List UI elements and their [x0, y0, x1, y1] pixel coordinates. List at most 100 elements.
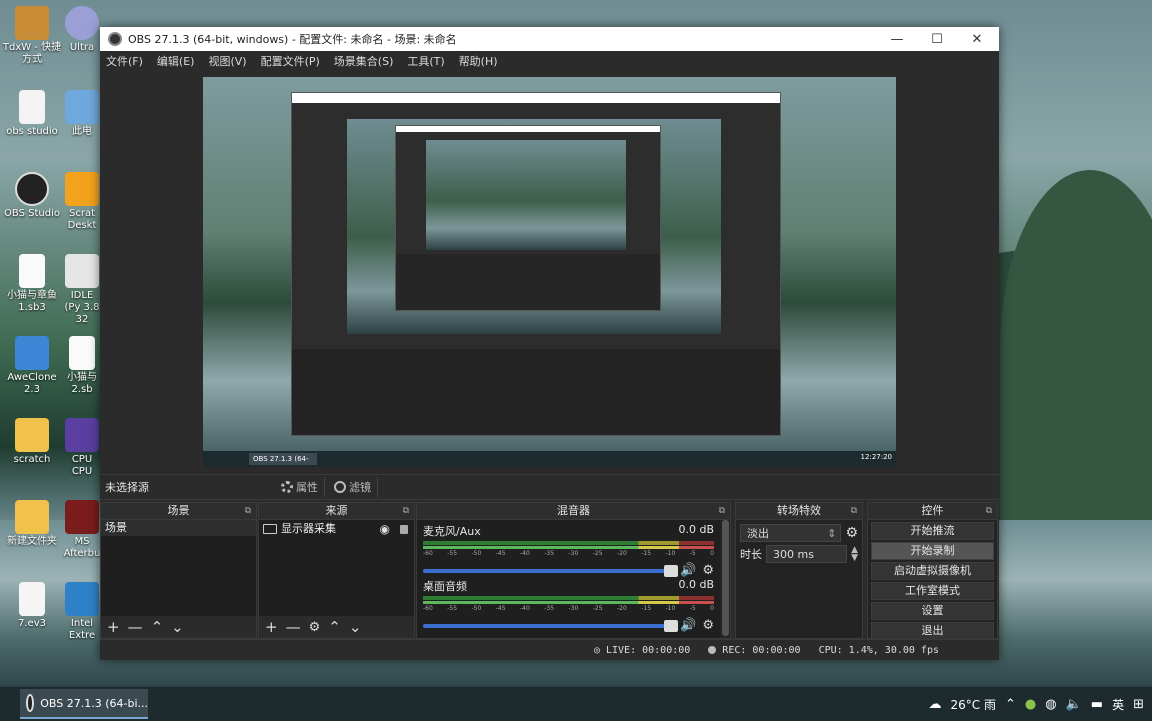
nested-titlebar-2: [396, 126, 660, 132]
obs-window: OBS 27.1.3 (64-bit, windows) - 配置文件: 未命名…: [100, 27, 999, 660]
keyboard-icon[interactable]: ▬: [1091, 697, 1103, 712]
undock-icon[interactable]: ⧉: [245, 503, 251, 519]
desktop-icon-sb3-1[interactable]: 小猫与章鱼 1.sb3: [2, 254, 62, 314]
filters-button[interactable]: 滤镜: [328, 477, 378, 497]
desktop-icon-scratch-desktop[interactable]: Scrat Deskt: [62, 172, 102, 232]
properties-button[interactable]: 属性: [275, 477, 325, 497]
duration-input[interactable]: 300 ms: [766, 545, 848, 563]
speaker-icon[interactable]: 🔊: [680, 618, 696, 633]
start-virtual-camera-button[interactable]: 启动虚拟摄像机: [871, 562, 994, 580]
mixer-header: 混音器 ⧉: [417, 503, 730, 520]
desktop-icon-new-folder[interactable]: 新建文件夹: [2, 500, 62, 548]
taskbar-obs-app[interactable]: OBS 27.1.3 (64-bi...: [20, 689, 148, 719]
move-down-icon[interactable]: ⌄: [349, 619, 362, 635]
transition-select[interactable]: 淡出 ⇕: [740, 524, 842, 542]
network-icon[interactable]: ◍: [1045, 697, 1056, 712]
gear-icon[interactable]: ⚙: [845, 525, 858, 541]
menu-file[interactable]: 文件(F): [106, 53, 143, 69]
source-toolbar: 未选择源 属性 滤镜: [100, 474, 999, 500]
exit-button[interactable]: 退出: [871, 622, 994, 640]
settings-button[interactable]: 设置: [871, 602, 994, 620]
desktop-icon-aweclone[interactable]: AweClone 2.3: [2, 336, 62, 396]
volume-slider[interactable]: [423, 564, 679, 577]
status-bar: ◎ LIVE: 00:00:00 REC: 00:00:00 CPU: 1.4%…: [100, 639, 999, 660]
close-button[interactable]: ✕: [957, 32, 997, 47]
add-icon[interactable]: +: [107, 619, 120, 635]
source-item[interactable]: 显示器采集 ◉: [259, 520, 414, 538]
lock-icon[interactable]: [400, 524, 408, 534]
desktop-icon-sb3-2[interactable]: 小猫与 2.sb: [62, 336, 102, 396]
computer-icon: [65, 90, 99, 124]
nested-obs-2: [395, 125, 661, 311]
ime-icon[interactable]: ⊞: [1133, 697, 1144, 712]
eye-icon[interactable]: ◉: [380, 520, 390, 538]
scenes-list: 场景: [101, 520, 256, 616]
menu-view[interactable]: 视图(V): [208, 53, 246, 69]
menu-help[interactable]: 帮助(H): [459, 53, 498, 69]
tray-app-icon[interactable]: ●: [1025, 697, 1036, 712]
desktop-icons: TdxW - 快捷方式 Ultra obs studio 此电 OBS Stud…: [0, 0, 104, 686]
start-streaming-button[interactable]: 开始推流: [871, 522, 994, 540]
volume-meter: [423, 596, 714, 600]
desktop-icon-ultra[interactable]: Ultra: [62, 6, 102, 54]
gear-icon[interactable]: ⚙: [702, 618, 714, 633]
add-icon[interactable]: +: [265, 619, 278, 635]
preview-canvas[interactable]: OBS 27.1.3 (64-bit) 12:27:20: [203, 77, 896, 467]
mixer-body: 麦克风/Aux 0.0 dB -60 -55 -50 -45 -40 -35 -30 -25 -2…: [417, 520, 720, 638]
undock-icon[interactable]: ⧉: [851, 503, 857, 519]
desktop-icon-scratch-folder[interactable]: scratch: [2, 418, 62, 466]
desktop-icon-obs-folder[interactable]: obs studio: [2, 90, 62, 138]
desktop-icon-afterburner[interactable]: MS Afterbu: [62, 500, 102, 560]
desktop-icon-obs-studio[interactable]: OBS Studio: [2, 172, 62, 220]
menu-scene-collection[interactable]: 场景集合(S): [334, 53, 394, 69]
desktop-icon-cpuz[interactable]: CPU CPU: [62, 418, 102, 478]
transitions-dock: 转场特效 ⧉ 淡出 ⇕ ⚙ 时长 300 ms ▲ ▼: [735, 502, 863, 639]
minimize-button[interactable]: —: [877, 32, 917, 47]
remove-icon[interactable]: —: [128, 619, 143, 635]
obs-icon: [26, 694, 35, 712]
move-down-icon[interactable]: ⌄: [171, 619, 184, 635]
obs-icon: [15, 172, 49, 206]
desktop-icon-tdxw[interactable]: TdxW - 快捷方式: [2, 6, 62, 66]
weather-icon: ☁: [928, 696, 942, 712]
tdxw-icon: [15, 6, 49, 40]
desktop-icon-ev3[interactable]: 7.ev3: [2, 582, 62, 630]
volume-slider[interactable]: [423, 619, 679, 632]
chevron-up-icon[interactable]: ⌃: [1005, 697, 1016, 712]
window-title: OBS 27.1.3 (64-bit, windows) - 配置文件: 未命名…: [128, 33, 457, 46]
remove-icon[interactable]: —: [286, 619, 301, 635]
desktop-icon-intel-xtu[interactable]: Intel Extre: [62, 582, 102, 642]
undock-icon[interactable]: ⧉: [719, 503, 725, 519]
undock-icon[interactable]: ⧉: [403, 503, 409, 519]
stepper-icon[interactable]: ▲ ▼: [851, 546, 858, 563]
menu-profile[interactable]: 配置文件(P): [261, 53, 320, 69]
rec-status: REC: 00:00:00: [708, 645, 801, 656]
input-language[interactable]: 英: [1112, 696, 1124, 713]
mixer-scrollbar[interactable]: [722, 520, 729, 636]
record-icon: [708, 645, 717, 654]
aweclone-icon: [15, 336, 49, 370]
desktop-icon-idle[interactable]: IDLE (Py 3.8 32: [62, 254, 102, 326]
weather-text[interactable]: 26°C 雨: [951, 696, 996, 713]
track-db: 0.0 dB: [678, 578, 714, 591]
mixer-dock: 混音器 ⧉ 麦克风/Aux 0.0 dB -60 -55 -50 -45 -40 -35 -30…: [416, 502, 731, 639]
menu-tools[interactable]: 工具(T): [407, 53, 444, 69]
studio-mode-button[interactable]: 工作室模式: [871, 582, 994, 600]
scene-item[interactable]: 场景: [101, 520, 256, 536]
move-up-icon[interactable]: ⌃: [328, 619, 341, 635]
start-recording-button[interactable]: 开始录制: [871, 542, 994, 560]
preview-taskbar: OBS 27.1.3 (64-bit) 12:27:20: [203, 451, 896, 467]
maximize-button[interactable]: ☐: [917, 32, 957, 47]
gear-icon: [281, 481, 293, 493]
system-tray: ☁ 26°C 雨 ⌃ ● ◍ 🔈 ▬ 英 ⊞: [929, 687, 1144, 721]
menu-edit[interactable]: 编辑(E): [157, 53, 195, 69]
title-bar[interactable]: OBS 27.1.3 (64-bit, windows) - 配置文件: 未命名…: [100, 27, 999, 51]
controls-header: 控件 ⧉: [868, 503, 997, 520]
desktop-icon-this-pc[interactable]: 此电: [62, 90, 102, 138]
volume-icon[interactable]: 🔈: [1066, 697, 1082, 712]
gear-icon[interactable]: ⚙: [309, 620, 321, 635]
move-up-icon[interactable]: ⌃: [151, 619, 164, 635]
slider-handle[interactable]: [664, 619, 679, 632]
undock-icon[interactable]: ⧉: [986, 503, 992, 519]
taskbar: OBS 27.1.3 (64-bi... ☁ 26°C 雨 ⌃ ● ◍ 🔈 ▬ …: [0, 686, 1152, 721]
